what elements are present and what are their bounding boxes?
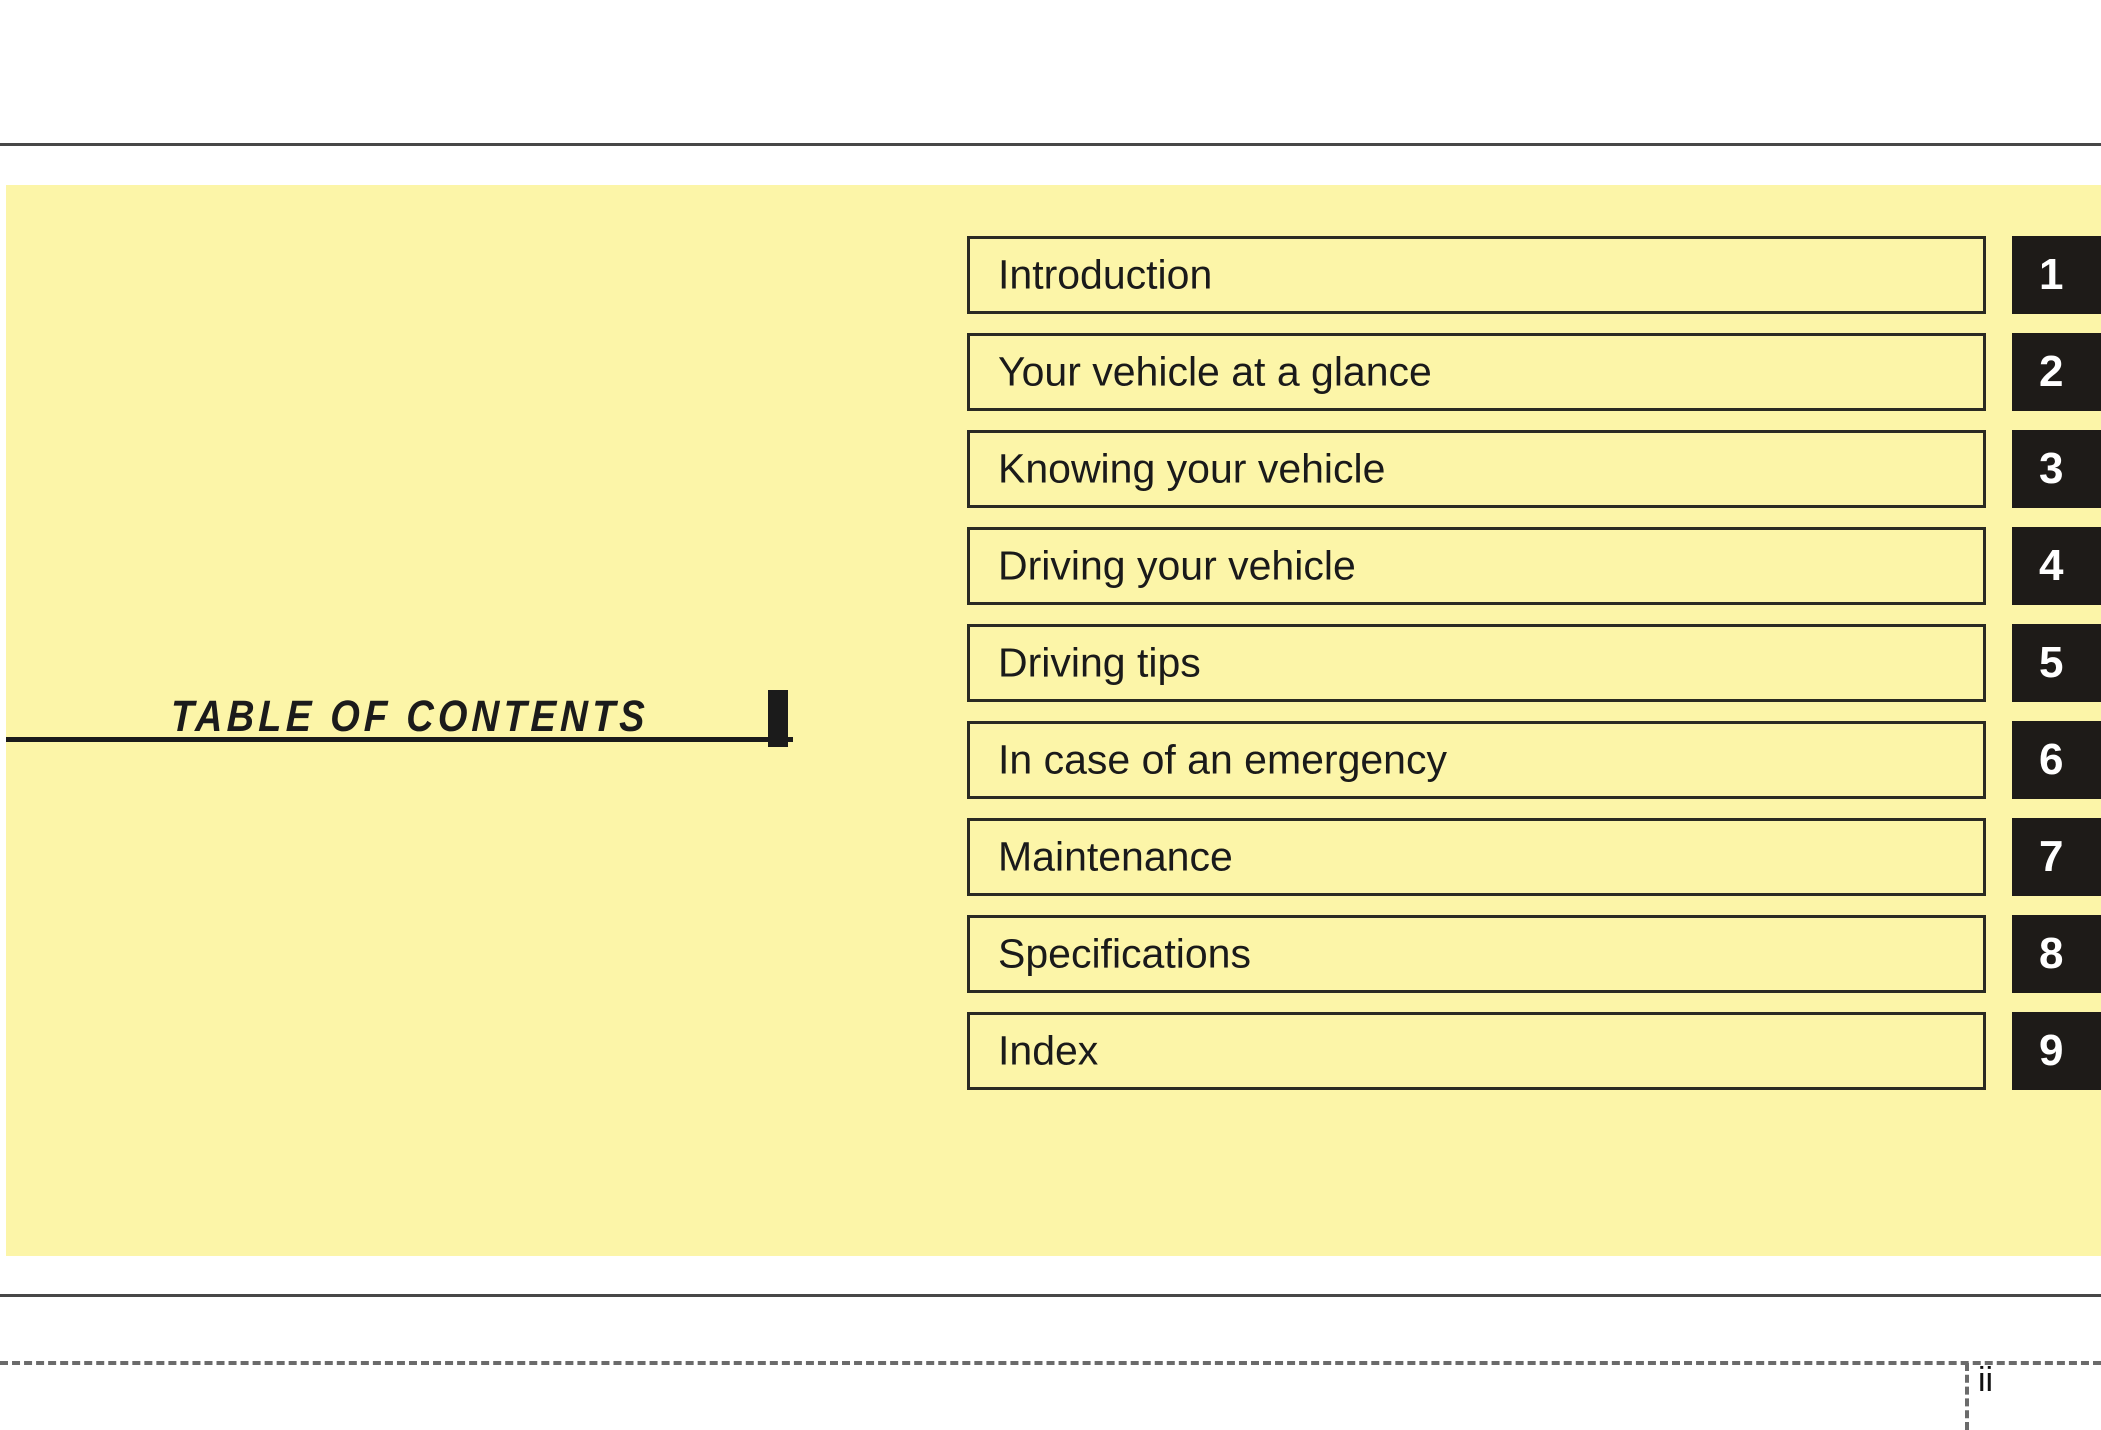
toc-entry-box[interactable]: Specifications <box>967 915 1986 993</box>
chapter-tab-number: 8 <box>2039 929 2064 978</box>
contents-panel: TABLE OF CONTENTS Introduction 1 Your ve… <box>6 185 2101 1256</box>
list-item[interactable]: Introduction 1 <box>967 236 2101 314</box>
chapter-tab-number: 2 <box>2039 347 2064 396</box>
chapter-tab[interactable]: 8 <box>2012 915 2101 993</box>
footer-dashed-rule <box>0 1361 2101 1365</box>
toc-entry-box[interactable]: Driving your vehicle <box>967 527 1986 605</box>
chapter-tab[interactable]: 2 <box>2012 333 2101 411</box>
list-item[interactable]: Driving your vehicle 4 <box>967 527 2101 605</box>
page-title: TABLE OF CONTENTS <box>170 692 650 741</box>
toc-entry-label: In case of an emergency <box>998 736 1447 783</box>
chapter-tab[interactable]: 3 <box>2012 430 2101 508</box>
manual-page: TABLE OF CONTENTS Introduction 1 Your ve… <box>0 0 2101 1430</box>
toc-entry-label: Driving tips <box>998 639 1201 686</box>
list-item[interactable]: Your vehicle at a glance 2 <box>967 333 2101 411</box>
toc-entry-label: Index <box>998 1027 1099 1074</box>
toc-entry-label: Knowing your vehicle <box>998 445 1386 492</box>
chapter-tab-number: 9 <box>2039 1026 2064 1075</box>
list-item[interactable]: Index 9 <box>967 1012 2101 1090</box>
toc-entry-label: Specifications <box>998 930 1251 977</box>
chapter-tab-number: 4 <box>2039 541 2064 590</box>
list-item[interactable]: Specifications 8 <box>967 915 2101 993</box>
toc-entry-label: Your vehicle at a glance <box>998 348 1432 395</box>
toc-entry-box[interactable]: Driving tips <box>967 624 1986 702</box>
chapter-tab[interactable]: 6 <box>2012 721 2101 799</box>
chapter-tab[interactable]: 5 <box>2012 624 2101 702</box>
chapter-tab[interactable]: 9 <box>2012 1012 2101 1090</box>
chapter-tab-number: 3 <box>2039 444 2064 493</box>
footer-dashed-rule-vertical <box>1965 1363 1969 1430</box>
list-item[interactable]: Driving tips 5 <box>967 624 2101 702</box>
list-item[interactable]: Knowing your vehicle 3 <box>967 430 2101 508</box>
list-item[interactable]: Maintenance 7 <box>967 818 2101 896</box>
page-number: ii <box>1978 1361 1994 1399</box>
toc-entry-label: Maintenance <box>998 833 1233 880</box>
footer-rule <box>0 1294 2101 1297</box>
toc-entry-label: Driving your vehicle <box>998 542 1356 589</box>
chapter-tab[interactable]: 7 <box>2012 818 2101 896</box>
list-item[interactable]: In case of an emergency 6 <box>967 721 2101 799</box>
toc-entry-box[interactable]: Maintenance <box>967 818 1986 896</box>
chapter-tab-number: 6 <box>2039 735 2064 784</box>
title-underline <box>6 737 793 742</box>
toc-entry-box[interactable]: Index <box>967 1012 1986 1090</box>
chapter-tab-number: 1 <box>2039 250 2064 299</box>
chapter-tab[interactable]: 1 <box>2012 236 2101 314</box>
toc-entry-label: Introduction <box>998 251 1213 298</box>
chapter-tab[interactable]: 4 <box>2012 527 2101 605</box>
chapter-tab-number: 7 <box>2039 832 2064 881</box>
toc-entry-box[interactable]: In case of an emergency <box>967 721 1986 799</box>
header-rule <box>0 143 2101 146</box>
table-of-contents-list: Introduction 1 Your vehicle at a glance … <box>967 236 2101 1090</box>
toc-entry-box[interactable]: Introduction <box>967 236 1986 314</box>
chapter-tab-number: 5 <box>2039 638 2064 687</box>
toc-entry-box[interactable]: Your vehicle at a glance <box>967 333 1986 411</box>
toc-entry-box[interactable]: Knowing your vehicle <box>967 430 1986 508</box>
